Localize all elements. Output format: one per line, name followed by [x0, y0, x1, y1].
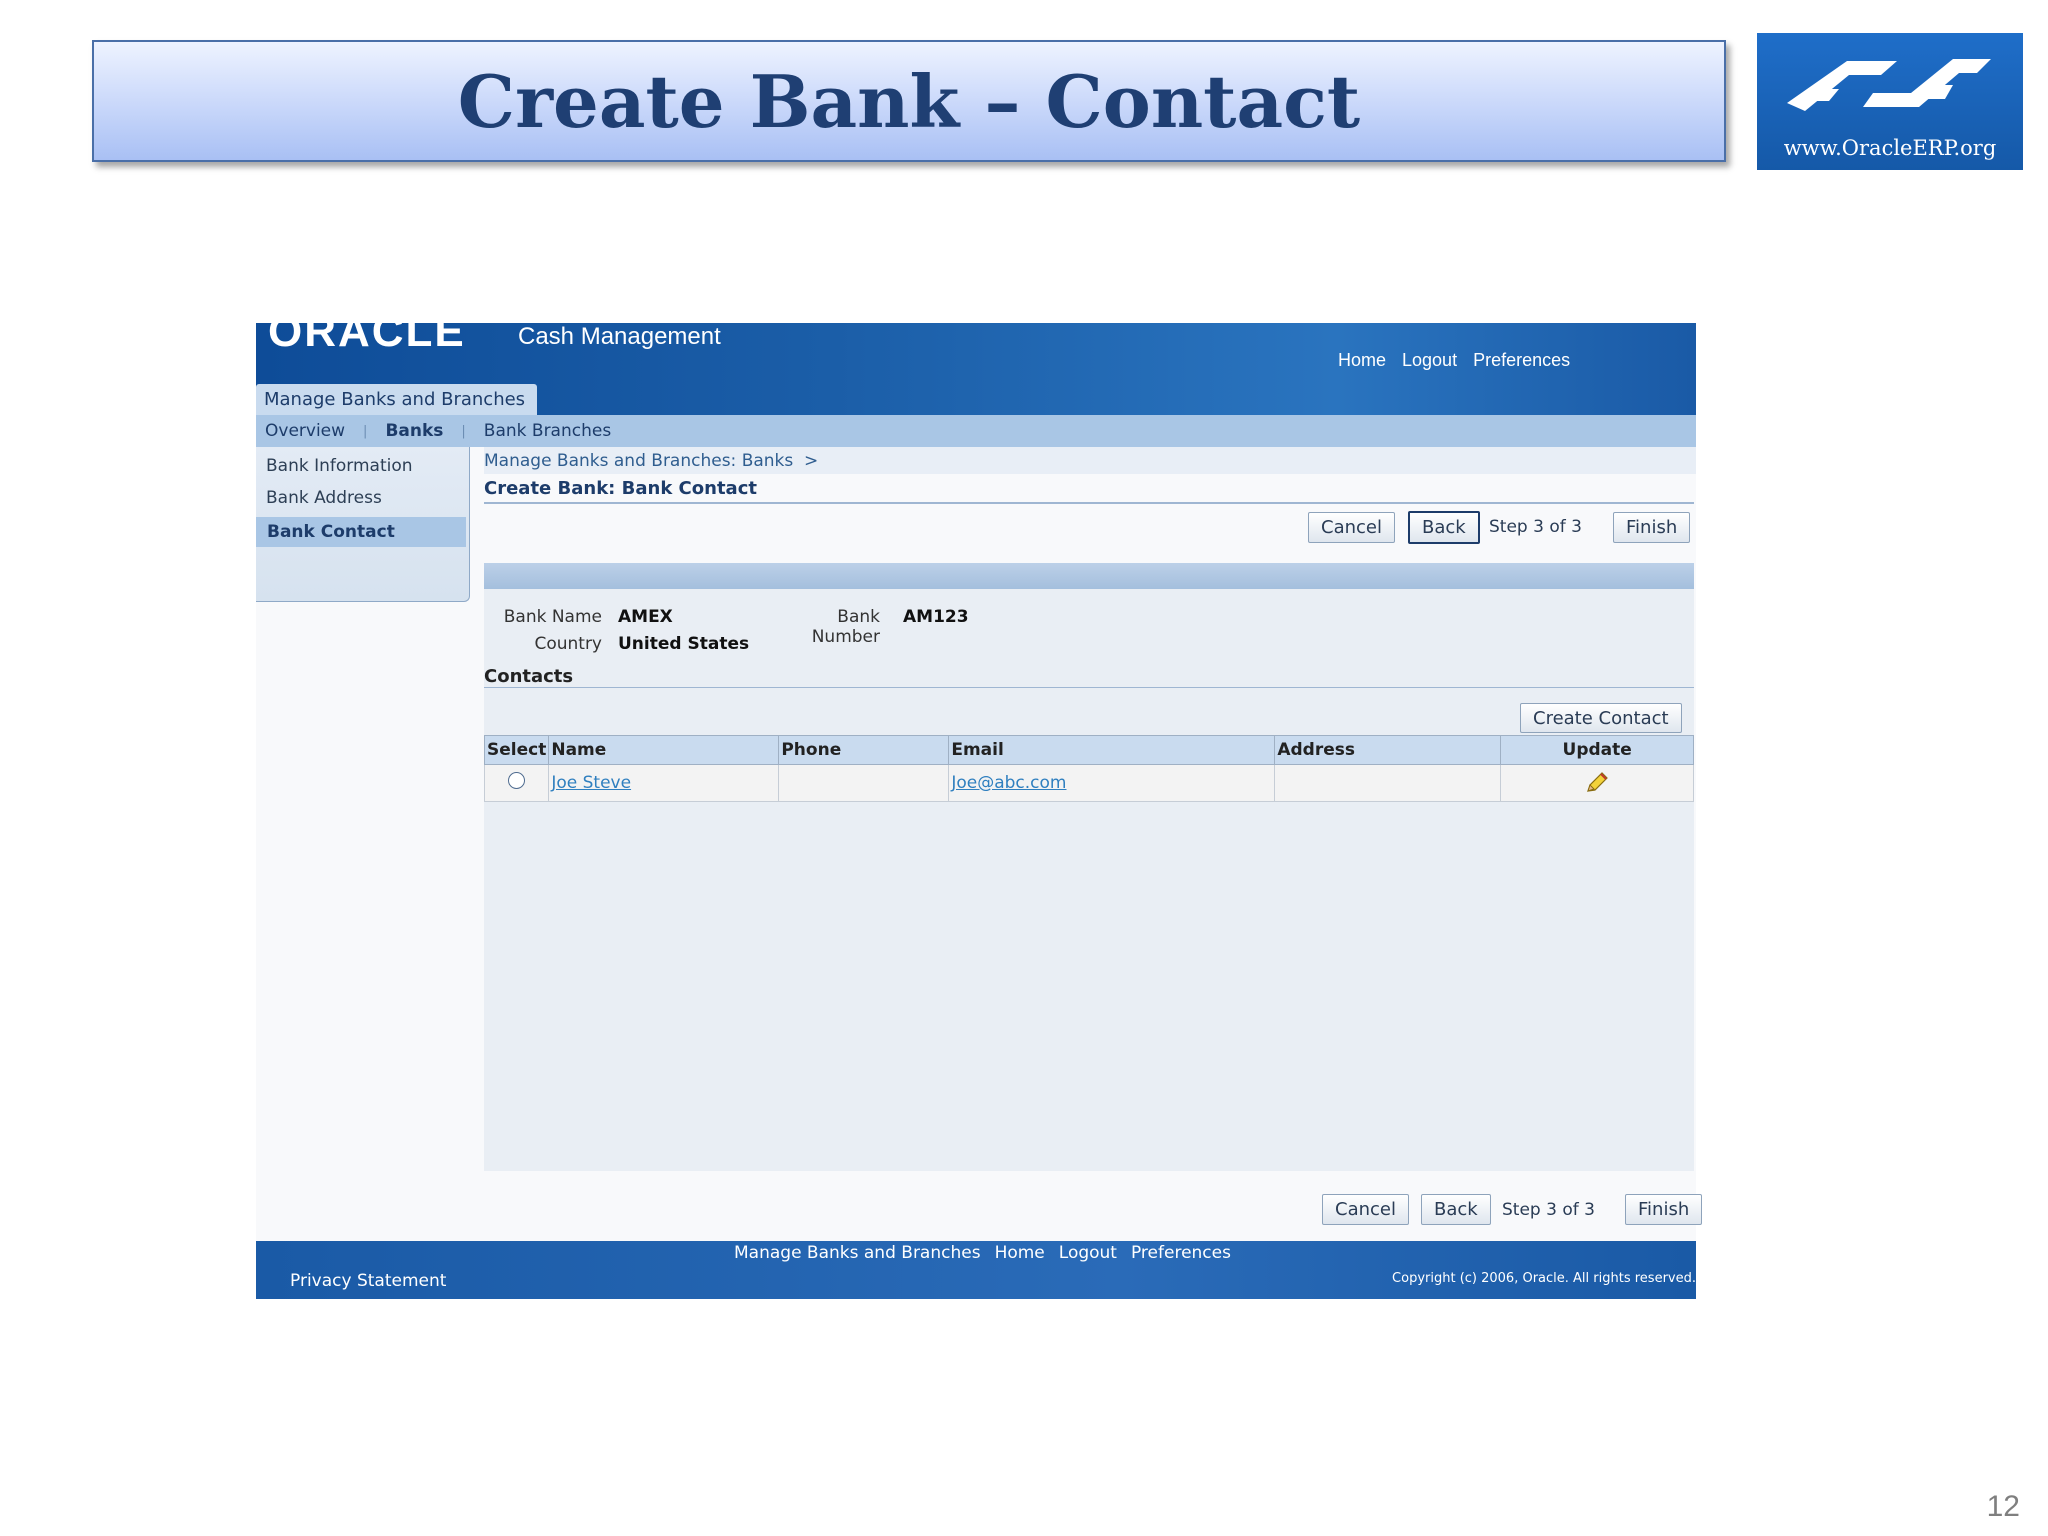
- subtab-separator: |: [363, 423, 368, 439]
- column-header-address[interactable]: Address: [1274, 735, 1502, 765]
- app-footer: Manage Banks and Branches Home Logout Pr…: [256, 1241, 1696, 1299]
- select-cell: [483, 764, 550, 802]
- slide-title-box: Create Bank – Contact: [92, 40, 1726, 162]
- update-cell: [1500, 764, 1694, 802]
- global-link-logout[interactable]: Logout: [1402, 350, 1457, 371]
- breadcrumb-link[interactable]: Manage Banks and Branches: Banks >: [484, 451, 818, 471]
- footer-link-home[interactable]: Home: [995, 1243, 1045, 1263]
- logo-text: www.OracleERP.org: [1783, 136, 1997, 160]
- column-header-name[interactable]: Name: [548, 735, 780, 765]
- finish-button-top[interactable]: Finish: [1613, 512, 1691, 543]
- slide-page-number: 12: [1986, 1490, 2020, 1523]
- back-button-top[interactable]: Back: [1408, 511, 1480, 544]
- email-cell: Joe@abc.com: [948, 764, 1276, 802]
- table-row: Joe Steve Joe@abc.com: [483, 764, 1694, 802]
- contacts-section-title: Contacts: [484, 666, 1694, 688]
- subtab-bank-branches[interactable]: Bank Branches: [484, 421, 611, 441]
- contact-name-link[interactable]: Joe Steve: [551, 773, 631, 793]
- bank-name-label: Bank Name: [503, 607, 602, 627]
- slide-title: Create Bank – Contact: [457, 58, 1361, 144]
- subtab-bar: Overview | Banks | Bank Branches: [256, 415, 1696, 447]
- subtab-separator: |: [461, 423, 466, 439]
- table-header-row: Select Name Phone Email Address Update: [483, 735, 1694, 765]
- product-name: Cash Management: [518, 323, 721, 350]
- column-header-select: Select: [483, 735, 550, 765]
- column-header-email[interactable]: Email: [948, 735, 1276, 765]
- global-link-preferences[interactable]: Preferences: [1473, 350, 1570, 371]
- footer-link-logout[interactable]: Logout: [1059, 1243, 1117, 1263]
- content-panel: Bank Name AMEX Bank Number AM123 Country…: [483, 563, 1694, 1171]
- bank-number-label: Bank Number: [811, 607, 880, 647]
- cancel-button-bottom[interactable]: Cancel: [1322, 1194, 1409, 1225]
- bank-number-value: AM123: [903, 607, 969, 627]
- row-select-radio[interactable]: [508, 772, 526, 789]
- cancel-button-top[interactable]: Cancel: [1308, 512, 1395, 543]
- footer-links: Manage Banks and Branches Home Logout Pr…: [734, 1243, 1231, 1263]
- handshake-logo-icon: [1787, 59, 1991, 111]
- panel-header-bar: [484, 563, 1694, 589]
- side-nav: Bank Information Bank Address Bank Conta…: [256, 447, 470, 602]
- footer-link-manage-banks[interactable]: Manage Banks and Branches: [734, 1243, 981, 1263]
- contact-email-link[interactable]: Joe@abc.com: [951, 773, 1066, 793]
- pencil-icon[interactable]: [1584, 771, 1610, 795]
- side-item-bank-contact[interactable]: Bank Contact: [256, 517, 466, 547]
- breadcrumb[interactable]: Manage Banks and Branches: Banks >: [484, 447, 1696, 474]
- app-header: ORACLE Cash Management Home Logout Prefe…: [256, 323, 1696, 415]
- tab-manage-banks[interactable]: Manage Banks and Branches: [256, 384, 538, 415]
- subtab-banks[interactable]: Banks: [385, 421, 443, 441]
- bank-name-value: AMEX: [618, 607, 673, 627]
- privacy-statement-link[interactable]: Privacy Statement: [290, 1271, 446, 1291]
- side-item-bank-information[interactable]: Bank Information: [266, 456, 413, 476]
- step-indicator-bottom: Step 3 of 3: [1502, 1200, 1595, 1220]
- phone-cell: [778, 764, 950, 802]
- finish-button-bottom[interactable]: Finish: [1625, 1194, 1703, 1225]
- global-links: Home Logout Preferences: [1338, 350, 1570, 371]
- column-header-phone[interactable]: Phone: [778, 735, 950, 765]
- country-label: Country: [534, 634, 602, 654]
- create-contact-button[interactable]: Create Contact: [1520, 703, 1682, 733]
- back-button-bottom[interactable]: Back: [1421, 1194, 1491, 1225]
- name-cell: Joe Steve: [548, 764, 780, 802]
- address-cell: [1274, 764, 1502, 802]
- global-link-home[interactable]: Home: [1338, 350, 1386, 371]
- page-title: Create Bank: Bank Contact: [484, 478, 1694, 504]
- oracleerp-logo: www.OracleERP.org: [1757, 33, 2023, 170]
- oracle-brand: ORACLE: [268, 323, 466, 356]
- step-indicator-top: Step 3 of 3: [1489, 517, 1582, 537]
- oracle-app-screenshot: ORACLE Cash Management Home Logout Prefe…: [256, 323, 1703, 1299]
- contacts-table: Select Name Phone Email Address Update J…: [483, 735, 1694, 802]
- copyright-text: Copyright (c) 2006, Oracle. All rights r…: [1392, 1271, 1696, 1286]
- column-header-update: Update: [1500, 735, 1694, 765]
- footer-link-preferences[interactable]: Preferences: [1131, 1243, 1231, 1263]
- subtab-overview[interactable]: Overview: [265, 421, 345, 441]
- side-item-bank-address[interactable]: Bank Address: [266, 488, 382, 508]
- country-value: United States: [618, 634, 750, 654]
